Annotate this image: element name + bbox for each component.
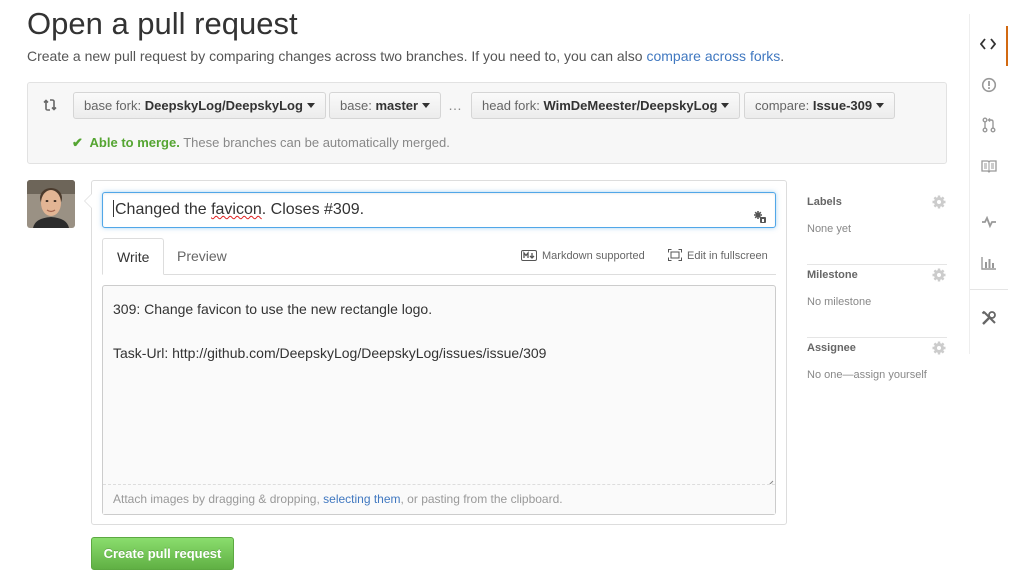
labels-value: None yet	[807, 223, 852, 235]
compare-branch-label: compare:	[755, 98, 810, 113]
title-text-start: Changed the	[115, 201, 212, 218]
labels-heading: Labels	[807, 196, 842, 208]
code-icon	[979, 37, 997, 56]
base-fork-value: DeepskyLog/DeepskyLog	[144, 98, 303, 113]
nav-pulse[interactable]	[970, 204, 1008, 244]
drop-hint-end: , or pasting from the clipboard.	[400, 492, 563, 506]
head-fork-value: WimDeMeester/DeepskyLog	[543, 98, 718, 113]
edit-fullscreen-button[interactable]: Edit in fullscreen	[668, 249, 768, 263]
nav-graphs[interactable]	[970, 245, 1008, 285]
base-fork-label: base fork:	[84, 98, 142, 113]
password-manager-icon[interactable]	[753, 203, 767, 223]
tab-divider	[102, 274, 776, 275]
graphs-icon	[981, 256, 997, 275]
labels-section: Labels None yet	[807, 192, 947, 265]
subtitle-text: Create a new pull request by comparing c…	[27, 48, 647, 64]
assignee-heading: Assignee	[807, 342, 856, 354]
body-textarea[interactable]: 309: Change favicon to use the new recta…	[102, 285, 776, 515]
gear-icon[interactable]	[931, 267, 947, 283]
create-pull-request-button[interactable]: Create pull request	[91, 537, 234, 570]
merge-status-label: Able to merge.	[89, 135, 180, 150]
wiki-icon	[981, 159, 997, 178]
markdown-label: Markdown supported	[542, 250, 645, 262]
milestone-value: No milestone	[807, 296, 872, 308]
chevron-down-icon	[876, 103, 885, 108]
range-ellipsis: …	[448, 97, 462, 113]
page-subtitle: Create a new pull request by comparing c…	[27, 47, 784, 65]
assignee-section: Assignee No one—assign yourself	[807, 338, 947, 411]
base-fork-select[interactable]: base fork: DeepskyLog/DeepskyLog	[73, 92, 326, 119]
nav-issues[interactable]	[970, 67, 1008, 107]
nav-wiki[interactable]	[970, 148, 1008, 188]
gear-icon[interactable]	[931, 340, 947, 356]
fullscreen-label: Edit in fullscreen	[687, 250, 768, 262]
tab-preview[interactable]: Preview	[163, 238, 241, 275]
markdown-supported-link[interactable]: Markdown supported	[521, 249, 645, 263]
base-branch-label: base:	[340, 98, 372, 113]
subtitle-end: .	[780, 48, 785, 64]
select-files-link[interactable]: selecting them	[323, 492, 400, 506]
nav-pull-requests[interactable]	[970, 107, 1008, 147]
resize-handle-icon[interactable]	[766, 475, 774, 488]
title-input[interactable]: Changed the favicon. Closes #309.	[102, 192, 776, 228]
base-branch-select[interactable]: base: master	[329, 92, 442, 119]
chevron-down-icon	[721, 103, 730, 108]
head-fork-select[interactable]: head fork: WimDeMeester/DeepskyLog	[471, 92, 741, 119]
issues-icon	[981, 77, 997, 98]
title-text-end: . Closes #309.	[261, 201, 365, 218]
tab-write[interactable]: Write	[102, 238, 165, 275]
merge-status-detail: These branches can be automatically merg…	[183, 135, 450, 150]
text-cursor	[113, 200, 114, 217]
fullscreen-icon	[668, 249, 682, 261]
compare-branch-select[interactable]: compare: Issue-309	[744, 92, 896, 119]
pull-request-form: Changed the favicon. Closes #309. Write …	[84, 180, 787, 525]
compare-across-forks-link[interactable]: compare across forks	[646, 48, 780, 64]
check-icon: ✔	[72, 135, 83, 150]
body-text: 309: Change favicon to use the new recta…	[113, 301, 547, 361]
compare-branch-value: Issue-309	[812, 98, 873, 113]
milestone-heading: Milestone	[807, 269, 858, 281]
git-compare-icon	[42, 97, 58, 113]
nav-code[interactable]	[970, 26, 1008, 66]
merge-status: ✔ Able to merge. These branches can be a…	[72, 135, 450, 151]
base-branch-value: master	[375, 98, 419, 113]
markdown-icon	[521, 250, 537, 261]
repo-nav	[969, 14, 1008, 354]
attach-images-hint: Attach images by dragging & dropping, se…	[103, 484, 775, 514]
range-editor: base fork: DeepskyLog/DeepskyLog base: m…	[27, 82, 947, 164]
page-title: Open a pull request	[27, 6, 298, 41]
settings-icon	[981, 310, 997, 331]
discussion-sidebar: Labels None yet Milestone No milestone A…	[807, 192, 947, 411]
pull-requests-icon	[982, 117, 996, 138]
chevron-down-icon	[306, 103, 315, 108]
head-fork-label: head fork:	[482, 98, 540, 113]
nav-divider	[970, 289, 1008, 290]
assignee-value[interactable]: No one—assign yourself	[807, 369, 927, 381]
title-text-misspelled: favicon	[211, 201, 262, 218]
avatar[interactable]	[27, 180, 75, 228]
chevron-down-icon	[422, 103, 431, 108]
gear-icon[interactable]	[931, 194, 947, 210]
nav-settings[interactable]	[970, 300, 1008, 340]
milestone-section: Milestone No milestone	[807, 265, 947, 338]
drop-hint-text: Attach images by dragging & dropping,	[113, 492, 324, 506]
pulse-icon	[981, 215, 997, 233]
